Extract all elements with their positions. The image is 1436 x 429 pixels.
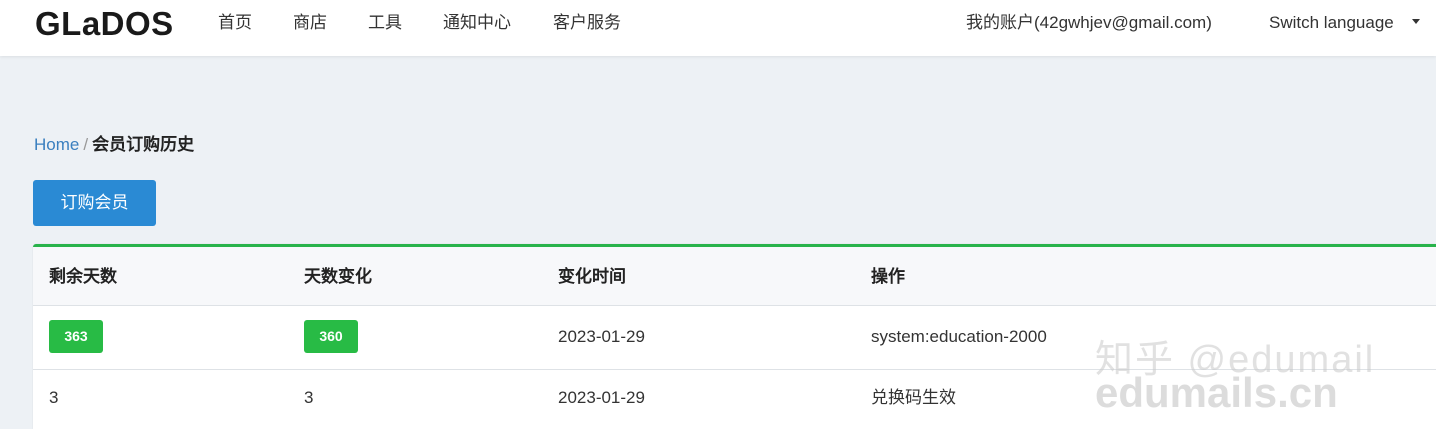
action-cell: system:education-2000 xyxy=(871,327,1047,346)
table-header: 剩余天数 天数变化 变化时间 操作 xyxy=(33,247,1436,306)
remaining-days-badge: 363 xyxy=(49,320,103,353)
breadcrumb-current: 会员订购历史 xyxy=(92,135,195,154)
order-membership-button[interactable]: 订购会员 xyxy=(33,180,156,226)
account-menu[interactable]: 我的账户(42gwhjev@gmail.com) xyxy=(966,12,1212,34)
days-change-cell: 3 xyxy=(304,388,314,407)
change-time-cell: 2023-01-29 xyxy=(558,327,645,346)
breadcrumb-separator: / xyxy=(83,135,89,154)
nav-item-tools[interactable]: 工具 xyxy=(368,12,402,34)
column-header-action: 操作 xyxy=(871,267,905,286)
top-navbar: GLaDOS 首页 商店 工具 通知中心 客户服务 我的账户(42gwhjev@… xyxy=(0,0,1436,56)
nav-item-shop[interactable]: 商店 xyxy=(293,12,327,34)
column-header-change-time: 变化时间 xyxy=(558,267,626,286)
membership-history-table: 剩余天数 天数变化 变化时间 操作 363 360 2023-01-29 sys… xyxy=(33,244,1436,429)
change-time-cell: 2023-01-29 xyxy=(558,388,645,407)
nav-item-home[interactable]: 首页 xyxy=(218,12,252,34)
nav-item-customer-service[interactable]: 客户服务 xyxy=(553,12,621,34)
language-switcher[interactable]: Switch language xyxy=(1269,12,1394,34)
breadcrumb: Home / 会员订购历史 xyxy=(34,134,194,156)
caret-down-icon[interactable] xyxy=(1412,19,1420,24)
remaining-days-cell: 3 xyxy=(49,388,59,407)
table-row: 363 360 2023-01-29 system:education-2000 xyxy=(33,306,1436,370)
days-change-badge: 360 xyxy=(304,320,358,353)
column-header-days-change: 天数变化 xyxy=(304,267,372,286)
action-cell: 兑换码生效 xyxy=(871,388,956,407)
table-row: 3 3 2023-01-29 兑换码生效 xyxy=(33,370,1436,425)
brand-logo[interactable]: GLaDOS xyxy=(35,4,174,44)
column-header-remaining-days: 剩余天数 xyxy=(49,267,117,286)
breadcrumb-home-link[interactable]: Home xyxy=(34,135,79,154)
nav-item-notifications[interactable]: 通知中心 xyxy=(443,12,511,34)
